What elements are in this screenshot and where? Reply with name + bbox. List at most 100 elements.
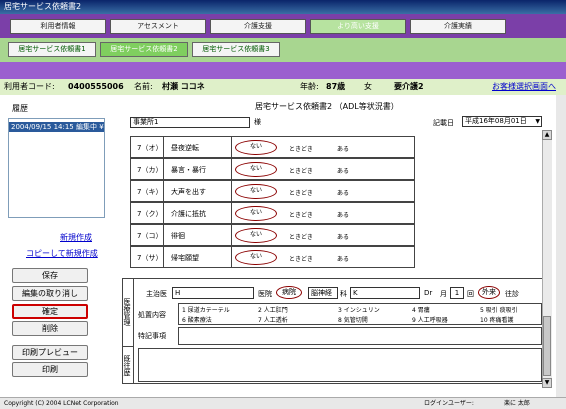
clinic-label[interactable]: 医院 — [258, 289, 272, 299]
option-none-selected[interactable]: ない — [235, 206, 277, 221]
adl-row-id: 7（カ） — [137, 166, 163, 174]
option-none-selected[interactable]: ない — [235, 184, 277, 199]
treatment-option[interactable]: 10 疼痛看護 — [480, 315, 514, 324]
option-sometimes[interactable]: ときどき — [289, 188, 313, 197]
option-sometimes[interactable]: ときどき — [289, 166, 313, 175]
treatment-option[interactable]: 8 気管切開 — [338, 315, 368, 324]
treatment-option[interactable]: 7 人工透析 — [258, 315, 288, 324]
date-value: 平成16年08月01日 — [465, 117, 527, 125]
option-yes[interactable]: ある — [337, 254, 349, 263]
treatment-option[interactable]: 1 尿道カテーテル — [182, 305, 230, 314]
age-label: 年齢: — [300, 82, 319, 91]
doctor-name-field[interactable]: K — [350, 287, 420, 299]
user-name: 村瀬 ココネ — [162, 82, 205, 91]
option-none-selected[interactable]: ない — [235, 162, 277, 177]
save-button[interactable]: 保存 — [12, 268, 88, 283]
print-button[interactable]: 印刷 — [12, 362, 88, 377]
chevron-down-icon: ▼ — [535, 118, 540, 125]
medical-history-field[interactable] — [138, 348, 542, 382]
user-code-label: 利用者コード: — [4, 82, 55, 91]
adl-row: 7（キ） 大声を出す ない ときどき ある — [130, 180, 415, 202]
adl-row-name: 介護に抵抗 — [171, 210, 206, 218]
treatment-option[interactable]: 4 胃瘻 — [412, 305, 430, 314]
confirm-button[interactable]: 確定 — [12, 304, 88, 319]
history-label: 履歴 — [12, 104, 28, 113]
login-user: 楽に 太郎 — [504, 400, 530, 407]
tab-user-info[interactable]: 利用者情報 — [10, 19, 106, 34]
scroll-thumb[interactable] — [543, 316, 551, 376]
header-band — [0, 62, 566, 79]
new-create-link[interactable]: 新規作成 — [60, 232, 92, 243]
option-sometimes[interactable]: ときどき — [289, 210, 313, 219]
treatment-label: 処置内容 — [138, 311, 166, 319]
notes-label: 特記事項 — [138, 332, 166, 340]
subtab-request-1[interactable]: 居宅サービス依頼書1 — [8, 42, 96, 57]
option-yes[interactable]: ある — [337, 166, 349, 175]
date-label: 記載日 — [433, 119, 454, 127]
user-name-label: 名前: — [134, 82, 153, 91]
tab-assessment[interactable]: アセスメント — [110, 19, 206, 34]
adl-row-id: 7（オ） — [137, 144, 163, 152]
option-yes[interactable]: ある — [337, 144, 349, 153]
date-select[interactable]: 平成16年08月01日 ▼ — [462, 116, 542, 127]
frequency-field[interactable]: 1 — [450, 287, 464, 299]
department-field[interactable]: 脳神経 — [308, 287, 338, 299]
option-none-selected[interactable]: ない — [235, 228, 277, 243]
adl-row-id: 7（キ） — [137, 188, 163, 196]
copy-new-link[interactable]: コピーして新規作成 — [26, 248, 98, 259]
adl-row-name: 徘徊 — [171, 232, 185, 240]
adl-row-name: 昼夜逆転 — [171, 144, 199, 152]
copyright: Copyright (C) 2004 LCNet Corporation — [4, 400, 119, 407]
cancel-edit-button[interactable]: 編集の取り消し — [12, 286, 88, 301]
hospital-option-selected[interactable]: 病院 — [276, 286, 302, 299]
option-none-selected[interactable]: ない — [235, 140, 277, 155]
home-visit-option[interactable]: 往診 — [505, 289, 519, 299]
customer-select-link[interactable]: お客様選択画面へ — [492, 79, 556, 95]
notes-field[interactable] — [178, 327, 542, 345]
option-sometimes[interactable]: ときどき — [289, 144, 313, 153]
age-value: 87歳 — [326, 82, 346, 91]
subtab-request-2[interactable]: 居宅サービス依頼書2 — [100, 42, 188, 57]
history-list[interactable] — [8, 118, 105, 218]
frequency-label: 月 — [440, 290, 447, 298]
doctor-label: 主治医 — [146, 290, 167, 298]
adl-row-name: 暴言・暴行 — [171, 166, 206, 174]
scroll-down-icon[interactable]: ▼ — [542, 378, 552, 388]
treatment-option[interactable]: 9 人工呼吸器 — [412, 315, 448, 324]
scroll-up-icon[interactable]: ▲ — [542, 130, 552, 140]
adl-row: 7（ク） 介護に抵抗 ない ときどき ある — [130, 202, 415, 224]
option-yes[interactable]: ある — [337, 188, 349, 197]
option-none-selected[interactable]: ない — [235, 250, 277, 265]
honorific: 様 — [254, 118, 261, 126]
option-sometimes[interactable]: ときどき — [289, 232, 313, 241]
sex-value: 女 — [364, 82, 372, 91]
delete-button[interactable]: 削除 — [12, 321, 88, 336]
tab-higher-support[interactable]: より高い支援 — [310, 19, 406, 34]
tab-care-support[interactable]: 介護支援 — [210, 19, 306, 34]
treatment-option[interactable]: 2 人工肛門 — [258, 305, 288, 314]
doctor-field[interactable]: H — [172, 287, 254, 299]
adl-row-name: 大声を出す — [171, 188, 206, 196]
option-yes[interactable]: ある — [337, 232, 349, 241]
window-title: 居宅サービス依頼書2 — [0, 0, 566, 14]
outpatient-option-selected[interactable]: 外来 — [478, 286, 500, 299]
option-sometimes[interactable]: ときどき — [289, 254, 313, 263]
document-title: 居宅サービス依頼書2 （ADL等状況書） — [255, 102, 399, 111]
frequency-unit: 回 — [467, 290, 474, 298]
treatment-option[interactable]: 3 インシュリン — [338, 305, 380, 314]
history-item-selected[interactable]: 2004/09/15 14:15 編集中 ¥ — [9, 122, 104, 132]
print-preview-button[interactable]: 印刷プレビュー — [12, 345, 88, 360]
treatment-option[interactable]: 6 酸素療法 — [182, 315, 212, 324]
care-level: 要介護2 — [394, 82, 424, 91]
adl-row: 7（オ） 昼夜逆転 ない ときどき ある — [130, 136, 415, 158]
treatment-option[interactable]: 5 吸引 痰吸引 — [480, 305, 518, 314]
history-side-label: 既往歴 — [122, 346, 134, 384]
adl-row: 7（カ） 暴言・暴行 ない ときどき ある — [130, 158, 415, 180]
adl-row-id: 7（コ） — [137, 232, 163, 240]
office-field[interactable]: 事業所1 — [130, 117, 250, 128]
adl-row: 7（サ） 帰宅願望 ない ときどき ある — [130, 246, 415, 268]
adl-row-id: 7（ク） — [137, 210, 163, 218]
option-yes[interactable]: ある — [337, 210, 349, 219]
subtab-request-3[interactable]: 居宅サービス依頼書3 — [192, 42, 280, 57]
tab-care-record[interactable]: 介護実績 — [410, 19, 506, 34]
